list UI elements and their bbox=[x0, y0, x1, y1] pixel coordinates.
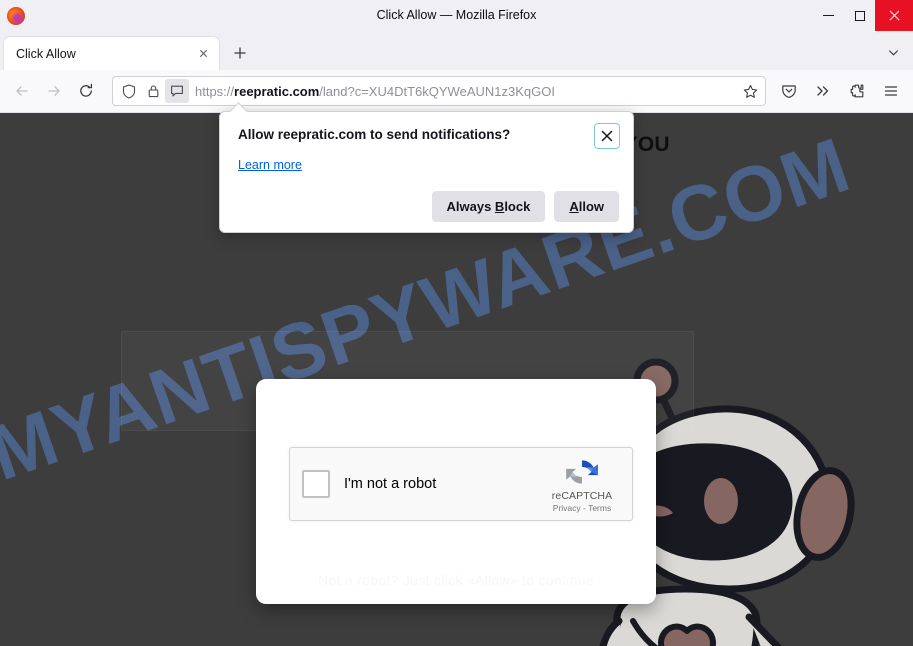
url-bar[interactable]: https://reepratic.com/land?c=XU4DtT6kQYW… bbox=[112, 76, 766, 106]
list-all-tabs-button[interactable] bbox=[879, 38, 907, 66]
recaptcha-label: I'm not a robot bbox=[344, 476, 437, 492]
close-icon bbox=[601, 130, 613, 142]
allow-label: Allow bbox=[569, 198, 604, 214]
firefox-browser-window: Click Allow — Mozilla Firefox Click Allo… bbox=[0, 0, 913, 646]
window-controls bbox=[813, 0, 913, 31]
always-block-button[interactable]: Always Block bbox=[431, 190, 546, 222]
new-tab-button[interactable] bbox=[225, 38, 255, 68]
bookmark-star-icon[interactable] bbox=[737, 78, 763, 104]
shield-icon[interactable] bbox=[117, 79, 141, 103]
lock-icon[interactable] bbox=[141, 79, 165, 103]
overflow-menu-icon[interactable] bbox=[807, 76, 839, 106]
permission-popup-actions: Always Block Allow bbox=[238, 190, 619, 222]
tab-bar: Click Allow bbox=[0, 31, 913, 70]
maximize-button[interactable] bbox=[844, 0, 875, 31]
learn-more-link[interactable]: Learn more bbox=[238, 158, 302, 172]
toolbar-right-icons bbox=[773, 76, 907, 106]
forward-button[interactable] bbox=[38, 76, 70, 106]
reload-button[interactable] bbox=[70, 76, 102, 106]
firefox-logo-icon bbox=[7, 6, 25, 25]
close-window-button[interactable] bbox=[875, 0, 913, 31]
url-text[interactable]: https://reepratic.com/land?c=XU4DtT6kQYW… bbox=[189, 84, 737, 99]
navigation-toolbar: https://reepratic.com/land?c=XU4DtT6kQYW… bbox=[0, 70, 913, 113]
captcha-ghost-text: Not a robot? Just click «Allow» to conti… bbox=[256, 572, 656, 588]
extensions-puzzle-icon[interactable] bbox=[841, 76, 873, 106]
minimize-button[interactable] bbox=[813, 0, 844, 31]
captcha-dialog: I'm not a robot reCAPTCHA Privacy - Term… bbox=[256, 379, 656, 604]
permission-popup-title: Allow reepratic.com to send notification… bbox=[238, 127, 511, 142]
always-block-label: Always Block bbox=[446, 198, 531, 214]
recaptcha-branding: reCAPTCHA Privacy - Terms bbox=[544, 455, 620, 513]
window-title: Click Allow — Mozilla Firefox bbox=[376, 8, 537, 22]
recaptcha-logo-icon bbox=[566, 460, 598, 484]
recaptcha-brand-name: reCAPTCHA bbox=[551, 490, 613, 502]
back-button[interactable] bbox=[6, 76, 38, 106]
recaptcha-links[interactable]: Privacy - Terms bbox=[544, 503, 620, 513]
browser-tab[interactable]: Click Allow bbox=[4, 37, 219, 70]
close-tab-icon[interactable] bbox=[193, 44, 213, 64]
allow-button[interactable]: Allow bbox=[554, 190, 619, 222]
notification-permission-popup: Allow reepratic.com to send notification… bbox=[219, 111, 634, 233]
pocket-save-icon[interactable] bbox=[773, 76, 805, 106]
window-titlebar: Click Allow — Mozilla Firefox bbox=[0, 0, 913, 31]
tab-title: Click Allow bbox=[16, 46, 76, 61]
recaptcha-widget[interactable]: I'm not a robot reCAPTCHA Privacy - Term… bbox=[289, 447, 633, 521]
close-popup-button[interactable] bbox=[594, 123, 620, 149]
notification-permission-icon[interactable] bbox=[165, 79, 189, 103]
hamburger-menu-icon[interactable] bbox=[875, 76, 907, 106]
recaptcha-checkbox[interactable] bbox=[302, 470, 330, 498]
